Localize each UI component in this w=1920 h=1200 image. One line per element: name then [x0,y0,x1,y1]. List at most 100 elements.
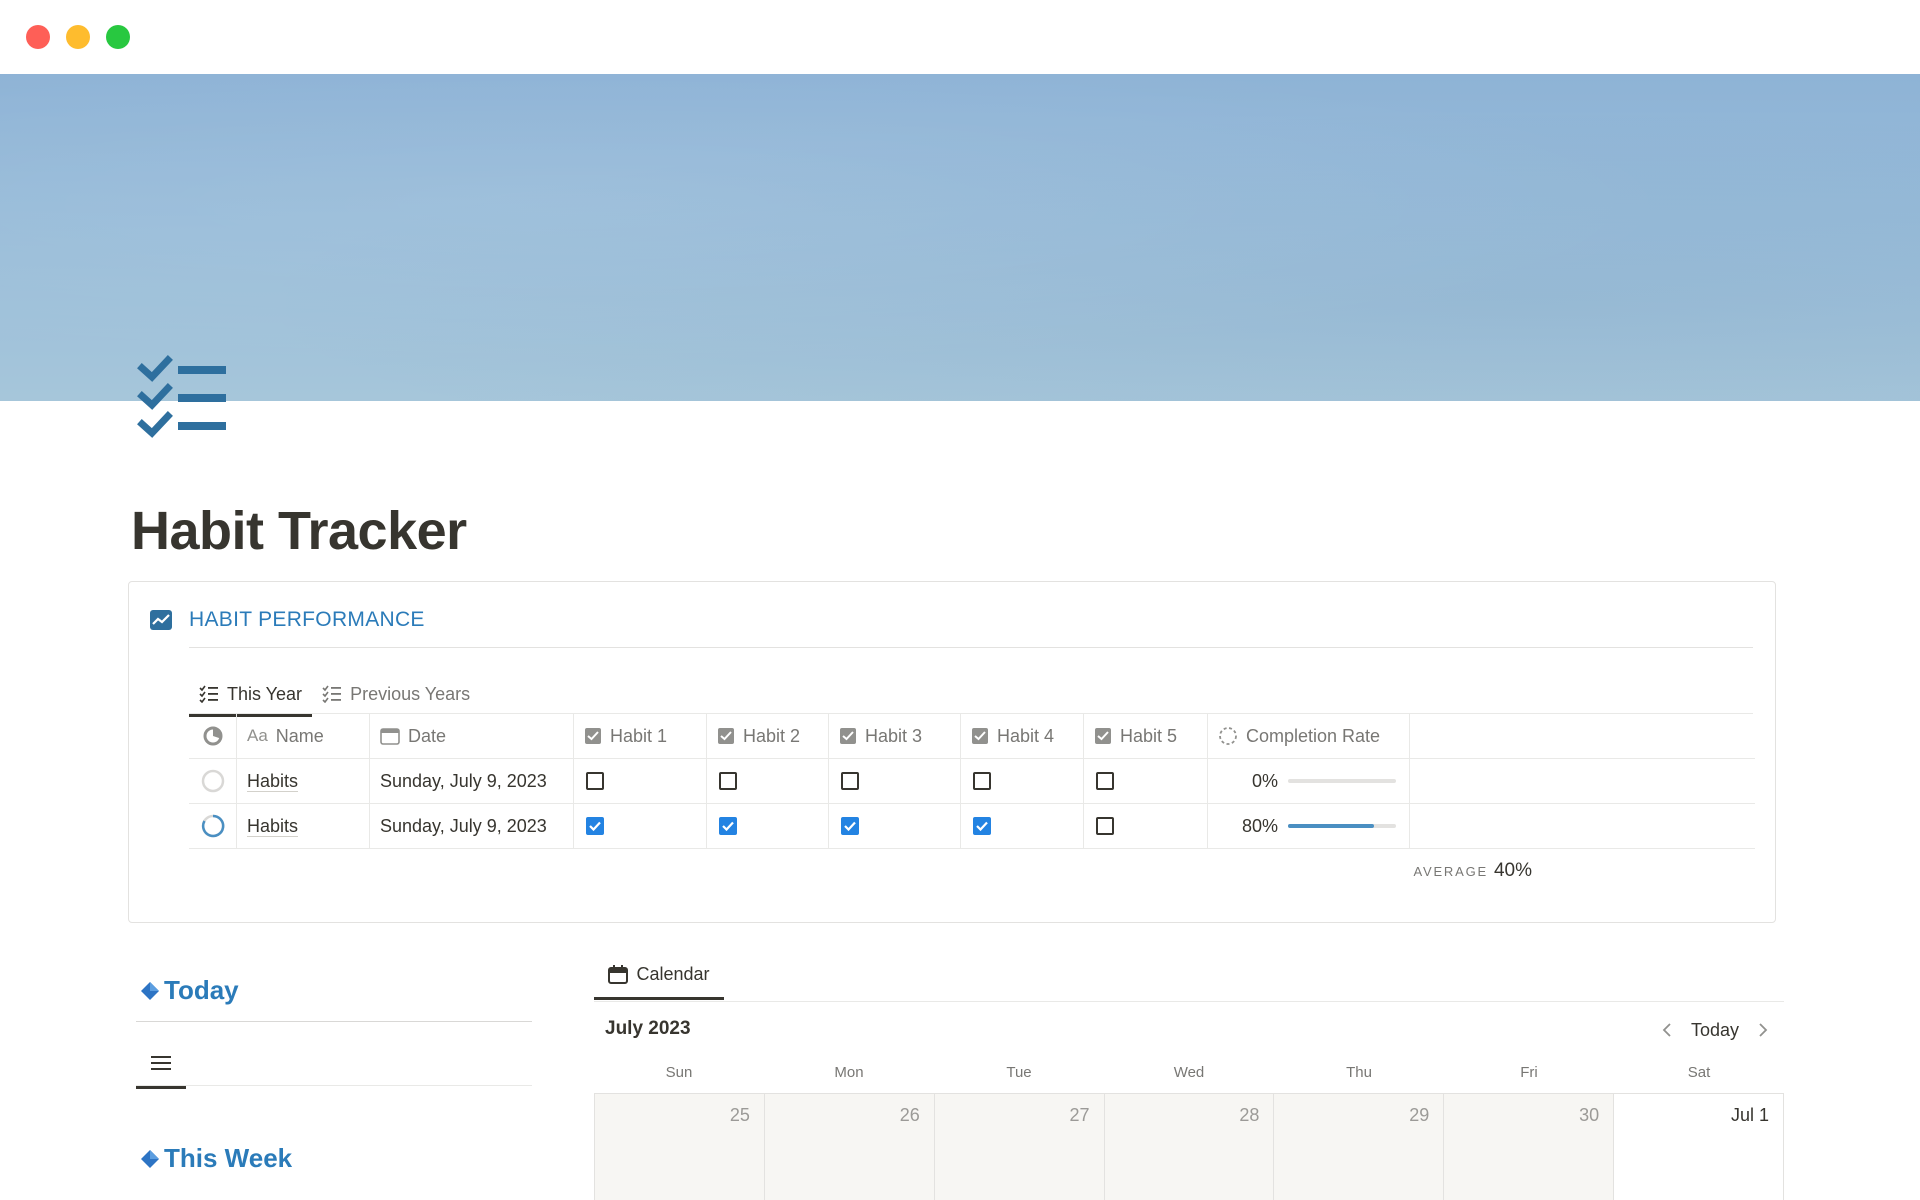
next-month-button[interactable] [1751,1016,1775,1044]
date-cell[interactable]: Sunday, July 9, 2023 [370,759,574,803]
this-week-title: This Week [164,1143,293,1173]
calendar-day-cell[interactable]: 30 [1444,1094,1615,1200]
checklist-view-icon [199,685,218,703]
habit-3-cell[interactable] [829,804,961,848]
habit-1-checkbox[interactable] [586,772,604,790]
habit-3-checkbox[interactable] [841,817,859,835]
weekday-header: Sun Mon Tue Wed Thu Fri Sat [594,1064,1784,1081]
calendar-day-cell[interactable]: 26 [764,1094,935,1200]
status-column-header[interactable] [189,714,237,758]
weekday-label: Wed [1173,1064,1205,1081]
today-button[interactable]: Today [1679,1020,1751,1041]
previous-month-button[interactable] [1655,1016,1679,1044]
list-view-tab[interactable] [136,1040,186,1089]
tab-previous-years[interactable]: Previous Years [312,674,480,714]
habit-1-column-header[interactable]: Habit 1 [574,714,707,758]
habit-5-cell[interactable] [1084,759,1208,803]
divider [189,647,1753,648]
habit-4-checkbox[interactable] [973,817,991,835]
completion-rate-cell: 0% [1208,759,1410,803]
calendar-day-cell[interactable]: 25 [595,1094,765,1200]
average-label: AVERAGE [1413,864,1488,879]
weekday-label: Sat [1687,1064,1711,1081]
habit-1-cell[interactable] [574,804,707,848]
habit-2-checkbox[interactable] [719,772,737,790]
checkbox-property-icon [585,728,601,744]
divider [594,1001,1784,1002]
empty-cell [1410,759,1755,803]
check-icon [722,821,734,832]
weekday-label: Fri [1520,1064,1538,1081]
calendar-month: July 2023 [605,1018,691,1039]
calendar-day-cell[interactable]: 29 [1274,1094,1445,1200]
tab-this-year[interactable]: This Year [189,674,313,717]
completion-bar [1288,779,1396,783]
tab-label: Previous Years [350,683,471,704]
today-heading[interactable]: Today [140,975,239,1006]
habit-3-column-header[interactable]: Habit 3 [829,714,961,758]
habit-5-cell[interactable] [1084,804,1208,848]
day-number: 30 [1579,1105,1600,1125]
checkbox-property-icon [840,728,856,744]
habit-3-cell[interactable] [829,759,961,803]
table-row[interactable]: Habits Sunday, July 9, 2023 80% [189,804,1755,849]
name-cell[interactable]: Habits [237,804,370,848]
habit-1-checkbox[interactable] [586,817,604,835]
habit-2-checkbox[interactable] [719,817,737,835]
date-cell[interactable]: Sunday, July 9, 2023 [370,804,574,848]
calendar-day-cell[interactable]: 27 [934,1094,1105,1200]
page-title[interactable]: Habit Tracker [131,500,467,562]
completion-rate-column-header[interactable]: Completion Rate [1208,714,1410,758]
calendar-day-cell[interactable]: Jul 1 [1614,1094,1785,1200]
date-column-header[interactable]: Date [370,714,574,758]
weekday-label: Sun [665,1064,693,1081]
window-titlebar [0,0,1920,74]
day-number: 27 [1069,1105,1090,1125]
tab-label: Calendar [636,964,710,984]
calendar-grid: 25 26 27 28 29 30 Jul 1 [594,1093,1785,1200]
column-label: Date [408,725,447,746]
weekday-label: Mon [834,1064,864,1081]
page-cover[interactable] [0,74,1920,401]
column-label: Habit 3 [865,725,923,746]
calendar-day-cell[interactable]: 28 [1104,1094,1275,1200]
checkbox-property-icon [972,728,988,744]
habit-4-column-header[interactable]: Habit 4 [961,714,1084,758]
name-column-header[interactable]: Aa Name [237,714,370,758]
blue-diamond-icon [141,1149,159,1168]
habit-5-checkbox[interactable] [1096,772,1114,790]
checklist-icon[interactable] [136,354,228,438]
habit-performance-title: HABIT PERFORMANCE [189,608,425,631]
today-title: Today [164,975,239,1005]
average-value: 40% [1493,860,1532,881]
table-row[interactable]: Habits Sunday, July 9, 2023 0% [189,759,1755,804]
habit-5-column-header[interactable]: Habit 5 [1084,714,1208,758]
close-window-button[interactable] [26,25,50,49]
habit-4-cell[interactable] [961,804,1084,848]
minimize-window-button[interactable] [66,25,90,49]
name-cell[interactable]: Habits [237,759,370,803]
habit-5-checkbox[interactable] [1096,817,1114,835]
checkbox-property-icon [1095,728,1111,744]
checkbox-property-icon [718,728,734,744]
habit-2-column-header[interactable]: Habit 2 [707,714,829,758]
divider [136,1085,532,1086]
row-name[interactable]: Habits [247,771,299,792]
chart-icon [150,610,172,630]
maximize-window-button[interactable] [106,25,130,49]
day-number: 25 [729,1105,750,1125]
habit-4-cell[interactable] [961,759,1084,803]
row-name[interactable]: Habits [247,816,299,837]
tab-calendar[interactable]: Calendar [594,952,724,1000]
completion-percent: 80% [1241,815,1278,836]
habit-4-checkbox[interactable] [973,772,991,790]
column-label: Habit 5 [1120,725,1178,746]
completion-average[interactable]: AVERAGE 40% [1242,860,1532,882]
habit-1-cell[interactable] [574,759,707,803]
pie-status-icon [203,726,222,746]
this-week-heading[interactable]: This Week [140,1143,292,1174]
habit-3-checkbox[interactable] [841,772,859,790]
habit-2-cell[interactable] [707,759,829,803]
tab-label: This Year [227,683,303,704]
habit-2-cell[interactable] [707,804,829,848]
